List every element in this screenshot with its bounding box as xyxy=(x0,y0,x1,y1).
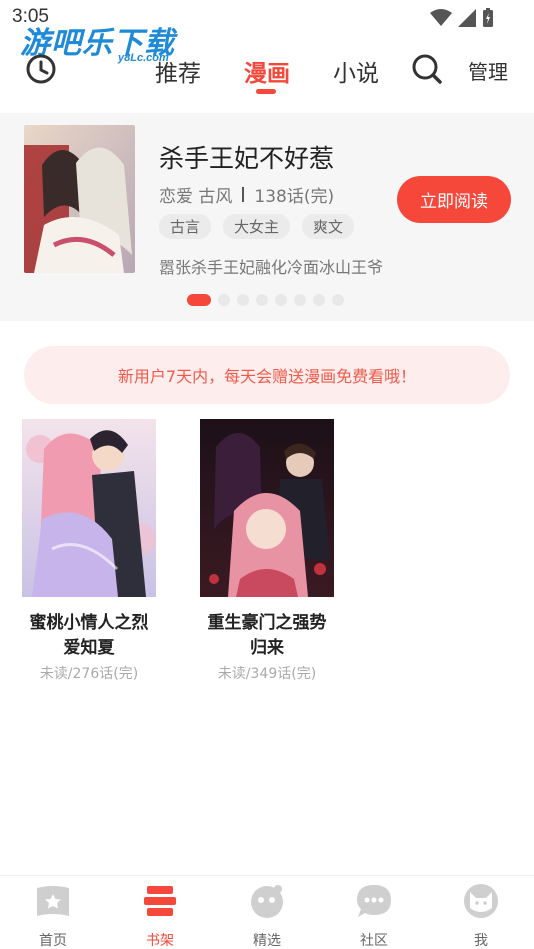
carousel-dot[interactable] xyxy=(313,294,325,306)
featured-episodes: 138话(完) xyxy=(254,187,335,207)
carousel-dot-active[interactable] xyxy=(187,294,211,306)
nav-item-bookshelf[interactable]: 书架 xyxy=(125,882,195,949)
nav-label-bookshelf: 书架 xyxy=(146,933,174,949)
nav-label-featured: 精选 xyxy=(253,933,281,949)
featured-meta: 恋爱 古风 138话(完) xyxy=(159,182,334,207)
carousel-dot[interactable] xyxy=(218,294,230,306)
tag: 爽文 xyxy=(302,214,355,239)
featured-genres: 恋爱 古风 xyxy=(159,187,233,207)
carousel-dot[interactable] xyxy=(256,294,268,306)
book-cover-image[interactable] xyxy=(22,419,156,597)
nav-label-home: 首页 xyxy=(39,933,67,949)
book-title[interactable]: 重生豪门之强势归来 xyxy=(200,611,334,661)
carousel-dot[interactable] xyxy=(237,294,249,306)
featured-title: 杀手王妃不好惹 xyxy=(159,144,335,173)
tab-indicator xyxy=(256,89,276,94)
tag: 大女主 xyxy=(223,214,291,239)
book-title[interactable]: 蜜桃小情人之烈爱知夏 xyxy=(22,611,156,661)
featured-cover-image[interactable] xyxy=(24,125,135,273)
battery-icon xyxy=(483,8,493,27)
shelf-book[interactable]: 蜜桃小情人之烈爱知夏 未读/276话(完) xyxy=(22,419,156,683)
nav-label-profile: 我 xyxy=(474,933,488,949)
carousel-dot[interactable] xyxy=(294,294,306,306)
profile-icon xyxy=(464,884,498,918)
promo-banner[interactable]: 新用户7天内，每天会赠送漫画免费看哦！ xyxy=(24,346,510,404)
carousel-dot[interactable] xyxy=(332,294,344,306)
nav-item-featured[interactable]: 精选 xyxy=(232,882,302,949)
nav-item-home[interactable]: 首页 xyxy=(18,882,88,949)
manage-button[interactable]: 管理 xyxy=(468,56,508,85)
read-now-button[interactable]: 立即阅读 xyxy=(397,176,511,223)
tab-comics[interactable]: 漫画 xyxy=(244,54,290,88)
featured-banner[interactable]: 杀手王妃不好惹 恋爱 古风 138话(完) 古言 大女主 爽文 嚣张杀手王妃融化… xyxy=(0,113,534,321)
carousel-dot[interactable] xyxy=(275,294,287,306)
carousel-indicator xyxy=(187,294,344,306)
home-icon xyxy=(37,886,69,916)
shelf-book[interactable]: 重生豪门之强势归来 未读/349话(完) xyxy=(200,419,334,683)
community-icon xyxy=(357,885,391,917)
bookshelf-icon xyxy=(144,886,176,916)
bottom-nav: 首页 书架 精选 社区 我 xyxy=(0,875,534,949)
tag: 古言 xyxy=(159,214,212,239)
nav-label-community: 社区 xyxy=(360,933,388,949)
featured-tags: 古言 大女主 爽文 xyxy=(159,214,355,239)
search-icon[interactable] xyxy=(410,52,444,86)
featured-description: 嚣张杀手王妃融化冷面冰山王爷 xyxy=(159,258,384,277)
tab-novels[interactable]: 小说 xyxy=(333,54,379,88)
clock-icon[interactable] xyxy=(24,52,58,86)
book-cover-image[interactable] xyxy=(200,419,334,597)
tab-recommend[interactable]: 推荐 xyxy=(155,54,201,88)
top-nav: 推荐 漫画 小说 管理 xyxy=(0,40,534,102)
featured-icon xyxy=(251,885,283,918)
book-progress: 未读/276话(完) xyxy=(39,666,139,682)
nav-item-community[interactable]: 社区 xyxy=(339,882,409,949)
status-icons xyxy=(430,8,494,28)
meta-separator xyxy=(242,187,245,202)
book-progress: 未读/349话(完) xyxy=(217,666,317,682)
signal-icon xyxy=(458,9,476,27)
nav-item-profile[interactable]: 我 xyxy=(446,882,516,949)
wifi-icon xyxy=(430,9,452,26)
app-screen: 3:05 游吧乐下载 y8Lc.com 推荐 漫画 小说 管理 杀手王妃不好惹 … xyxy=(0,0,534,949)
